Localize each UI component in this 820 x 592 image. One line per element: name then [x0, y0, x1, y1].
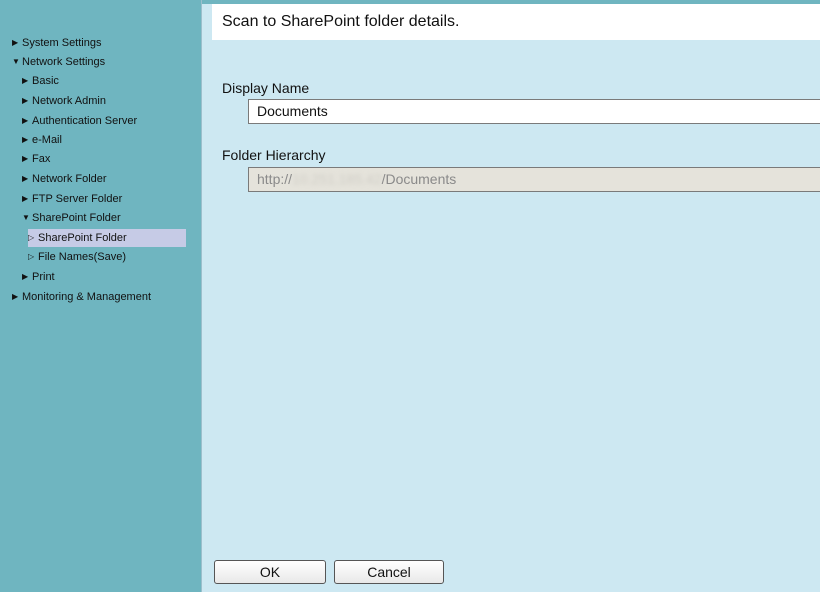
- expand-triangle-icon: ▶: [22, 96, 29, 105]
- expand-triangle-icon: ▶: [22, 272, 29, 281]
- nav-label: Basic: [32, 75, 59, 87]
- display-name-input[interactable]: Documents: [248, 99, 820, 124]
- nav-ftp-server-folder[interactable]: ▶ FTP Server Folder: [22, 190, 122, 208]
- nav-label: Fax: [32, 153, 51, 165]
- expand-triangle-icon: ▶: [12, 38, 19, 47]
- expand-triangle-icon: ▶: [22, 116, 29, 125]
- nav-sharepoint-folder[interactable]: ▷ SharePoint Folder: [28, 229, 186, 247]
- nav-sharepoint-folder-group[interactable]: ▼ SharePoint Folder: [22, 209, 121, 227]
- expand-triangle-icon: ▶: [22, 76, 29, 85]
- page-title: Scan to SharePoint folder details.: [222, 13, 460, 30]
- expand-outline-triangle-icon: ▷: [28, 252, 35, 261]
- nav-file-names-save[interactable]: ▷ File Names(Save): [28, 248, 126, 266]
- nav-authentication-server[interactable]: ▶ Authentication Server: [22, 112, 137, 130]
- nav-fax[interactable]: ▶ Fax: [22, 150, 50, 168]
- url-prefix: http://: [257, 171, 293, 187]
- nav-label: FTP Server Folder: [32, 193, 123, 205]
- redacted-host: 10.251.185.42: [292, 171, 382, 187]
- nav-label: Network Admin: [32, 95, 106, 107]
- nav-network-settings[interactable]: ▼ Network Settings: [12, 53, 105, 71]
- nav-label: Print: [32, 271, 55, 283]
- nav-monitoring-management[interactable]: ▶ Monitoring & Management: [12, 288, 151, 306]
- expand-triangle-icon: ▶: [12, 292, 19, 301]
- expand-triangle-icon: ▶: [22, 174, 29, 183]
- expand-triangle-icon: ▶: [22, 154, 29, 163]
- folder-hierarchy-field: http://10.251.185.42/Documents: [248, 167, 820, 192]
- ok-button[interactable]: OK: [214, 560, 326, 584]
- collapse-triangle-icon: ▼: [12, 57, 20, 66]
- expand-triangle-icon: ▶: [22, 135, 29, 144]
- nav-label: e-Mail: [32, 134, 62, 146]
- title-bar: Scan to SharePoint folder details.: [212, 4, 820, 40]
- nav-label: SharePoint Folder: [38, 232, 127, 244]
- expand-triangle-icon: ▶: [22, 194, 29, 203]
- button-bar: OK Cancel: [202, 555, 820, 592]
- nav-network-folder[interactable]: ▶ Network Folder: [22, 170, 107, 188]
- url-suffix: /Documents: [381, 171, 457, 187]
- nav-label: System Settings: [22, 37, 102, 49]
- nav-label: Monitoring & Management: [22, 291, 152, 303]
- nav-label: Network Folder: [32, 173, 107, 185]
- nav-print[interactable]: ▶ Print: [22, 268, 55, 286]
- nav-system-settings[interactable]: ▶ System Settings: [12, 34, 101, 52]
- display-name-label: Display Name: [222, 80, 310, 96]
- nav-e-mail[interactable]: ▶ e-Mail: [22, 131, 62, 149]
- content-pane: Scan to SharePoint folder details. Displ…: [201, 0, 820, 592]
- nav-label: File Names(Save): [38, 251, 127, 263]
- expand-outline-triangle-icon: ▷: [28, 233, 35, 242]
- cancel-button[interactable]: Cancel: [334, 560, 444, 584]
- nav-label: Authentication Server: [32, 115, 138, 127]
- nav-network-admin[interactable]: ▶ Network Admin: [22, 92, 106, 110]
- collapse-triangle-icon: ▼: [22, 213, 30, 222]
- nav-basic[interactable]: ▶ Basic: [22, 72, 59, 90]
- sidebar-nav: ▶ System Settings ▼ Network Settings ▶ Basi…: [0, 0, 201, 592]
- nav-label: SharePoint Folder: [32, 212, 121, 224]
- folder-hierarchy-label: Folder Hierarchy: [222, 147, 326, 163]
- nav-label: Network Settings: [22, 56, 106, 68]
